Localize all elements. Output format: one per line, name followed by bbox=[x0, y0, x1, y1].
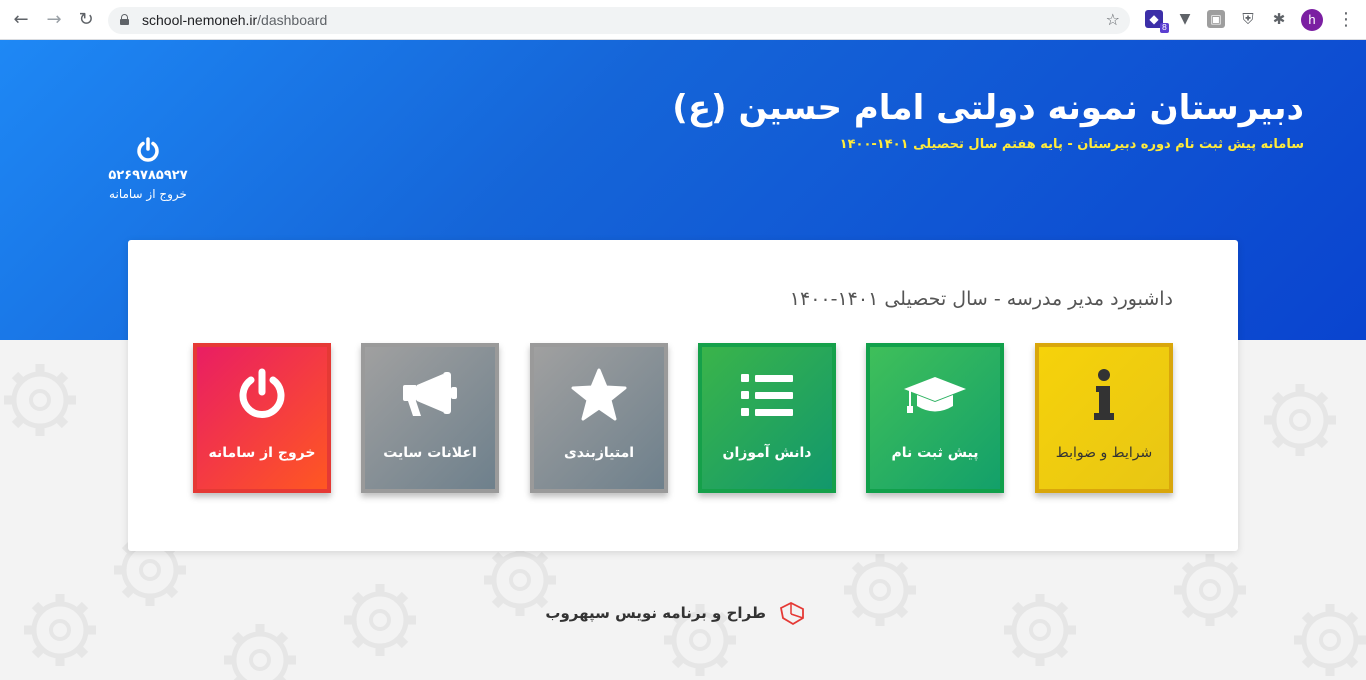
extension-badge: 8 bbox=[1159, 23, 1169, 33]
url-path: /dashboard bbox=[257, 12, 328, 28]
browser-toolbar: ← → ↻ school-nemoneh.ir/dashboard ☆ ◆ 8 ▼… bbox=[0, 0, 1366, 40]
power-icon bbox=[197, 367, 327, 423]
lock-icon bbox=[120, 14, 129, 25]
info-icon bbox=[1039, 367, 1169, 423]
tile-rating[interactable]: امتیازبندی bbox=[530, 343, 668, 493]
tile-label: دانش آموزان bbox=[722, 445, 812, 461]
dashboard-card: داشبورد مدیر مدرسه - سال تحصیلی ۱۴۰۱-۱۴۰… bbox=[128, 240, 1238, 551]
url-text[interactable]: school-nemoneh.ir/dashboard bbox=[142, 12, 327, 28]
dashboard-title: داشبورد مدیر مدرسه - سال تحصیلی ۱۴۰۱-۱۴۰… bbox=[789, 288, 1173, 310]
puzzle-icon[interactable]: ✱ bbox=[1270, 10, 1288, 28]
profile-avatar[interactable]: h bbox=[1301, 9, 1323, 31]
more-menu-icon[interactable]: ⋮ bbox=[1337, 9, 1355, 31]
forward-arrow-icon[interactable]: → bbox=[43, 9, 65, 31]
extension-icon[interactable]: ◆ 8 bbox=[1145, 10, 1169, 33]
site-title: دبیرستان نمونه دولتی امام حسین (ع) bbox=[672, 88, 1304, 128]
tile-students[interactable]: دانش آموزان bbox=[698, 343, 836, 493]
footer-credit-text[interactable]: طراح و برنامه نویس سپهروب bbox=[545, 604, 766, 622]
image-extension-icon[interactable]: ▣ bbox=[1207, 10, 1225, 28]
tile-label: شرایط و ضوابط bbox=[1055, 445, 1153, 461]
tile-label: امتیازبندی bbox=[563, 445, 635, 461]
site-subtitle: سامانه پیش ثبت نام دوره دبیرستان - پایه … bbox=[839, 137, 1304, 152]
bookmark-star-icon[interactable]: ☆ bbox=[1106, 10, 1120, 29]
reload-icon[interactable]: ↻ bbox=[75, 9, 97, 31]
tile-pre-registration[interactable]: پیش ثبت نام bbox=[866, 343, 1004, 493]
star-icon bbox=[534, 367, 664, 423]
tile-rules[interactable]: شرایط و ضوابط bbox=[1035, 343, 1173, 493]
user-logout-box[interactable]: ۵۲۶۹۷۸۵۹۲۷ خروج از سامانه bbox=[100, 136, 196, 201]
vue-devtools-icon[interactable]: ▼ bbox=[1176, 10, 1194, 28]
list-icon bbox=[702, 367, 832, 423]
user-national-id: ۵۲۶۹۷۸۵۹۲۷ bbox=[108, 168, 188, 183]
tile-label: اعلانات سایت bbox=[383, 445, 477, 461]
tile-logout[interactable]: خروج از سامانه bbox=[193, 343, 331, 493]
megaphone-icon bbox=[365, 367, 495, 423]
address-bar[interactable]: school-nemoneh.ir/dashboard ☆ bbox=[108, 7, 1130, 34]
tile-label: خروج از سامانه bbox=[208, 445, 316, 461]
laravel-logo-icon bbox=[779, 601, 805, 626]
tile-announcements[interactable]: اعلانات سایت bbox=[361, 343, 499, 493]
power-icon[interactable] bbox=[134, 136, 162, 164]
logout-link[interactable]: خروج از سامانه bbox=[100, 187, 196, 201]
footer-credit: طراح و برنامه نویس سپهروب bbox=[545, 601, 813, 626]
url-host: school-nemoneh.ir bbox=[142, 12, 258, 28]
tile-label: پیش ثبت نام bbox=[891, 445, 979, 461]
shield-icon[interactable]: ⛨ bbox=[1239, 10, 1257, 28]
back-arrow-icon[interactable]: ← bbox=[10, 9, 32, 31]
graduation-cap-icon bbox=[870, 367, 1000, 423]
